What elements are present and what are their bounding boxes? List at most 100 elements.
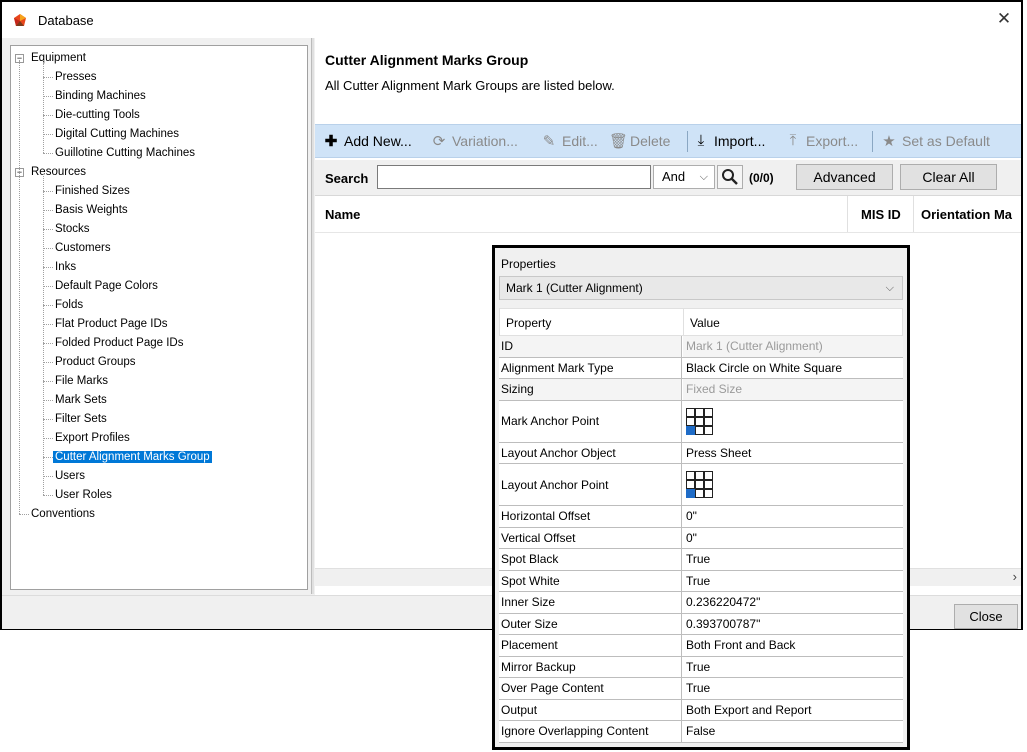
anchor-square-icon[interactable] (695, 407, 704, 417)
anchor-square-icon[interactable] (686, 416, 695, 426)
property-row-spot-white[interactable]: Spot White True (499, 570, 903, 592)
property-value[interactable]: True (683, 571, 903, 592)
tree-item-die-cutting-tools[interactable]: Die-cutting Tools (55, 107, 140, 125)
property-value[interactable]: True (683, 657, 903, 678)
tree-item-cutter-alignment-marks-group[interactable]: Cutter Alignment Marks Group (53, 449, 212, 467)
property-value[interactable]: Press Sheet (683, 443, 903, 464)
anchor-selected-square-icon[interactable] (686, 489, 695, 498)
anchor-square-icon[interactable] (686, 471, 695, 480)
operator-select[interactable]: And ⌵ (653, 165, 715, 189)
anchor-square-icon[interactable] (704, 416, 713, 426)
tree-item-export-profiles[interactable]: Export Profiles (55, 430, 130, 448)
set-as-default-button[interactable]: ★ Set as Default (881, 132, 990, 150)
property-row-vertical-offset[interactable]: Vertical Offset 0" (499, 527, 903, 549)
anchor-point-picker[interactable] (686, 407, 713, 435)
tree-item-filter-sets[interactable]: Filter Sets (55, 411, 107, 429)
anchor-square-icon[interactable] (695, 471, 704, 480)
tree-item-finished-sizes[interactable]: Finished Sizes (55, 183, 130, 201)
property-row-layout-anchor-object[interactable]: Layout Anchor Object Press Sheet (499, 442, 903, 464)
anchor-selected-square-icon[interactable] (686, 425, 695, 435)
tree-item-inks[interactable]: Inks (55, 259, 76, 277)
export-button[interactable]: ⤒ Export... (785, 132, 858, 149)
property-row-ignore-overlapping-content[interactable]: Ignore Overlapping Content False (499, 721, 903, 743)
tree-item-flat-product-page-ids[interactable]: Flat Product Page IDs (55, 316, 168, 334)
edit-button[interactable]: ✎ Edit... (541, 132, 598, 150)
tree-item-equipment[interactable]: Equipment (31, 50, 86, 68)
tree-item-presses[interactable]: Presses (55, 69, 97, 87)
property-row-mark-anchor-point[interactable]: Mark Anchor Point (499, 400, 903, 443)
tree-item-mark-sets[interactable]: Mark Sets (55, 392, 107, 410)
property-row-outer-size[interactable]: Outer Size 0.393700787" (499, 613, 903, 635)
anchor-square-icon[interactable] (686, 407, 695, 417)
property-key: Placement (499, 635, 682, 656)
tree-item-product-groups[interactable]: Product Groups (55, 354, 136, 372)
column-orientation[interactable]: Orientation Ma (921, 207, 1012, 222)
tree-item-customers[interactable]: Customers (55, 240, 111, 258)
anchor-square-icon[interactable] (704, 407, 713, 417)
tree-item-resources[interactable]: Resources (31, 164, 86, 182)
property-value[interactable]: 0" (683, 528, 903, 549)
property-value[interactable] (683, 401, 903, 442)
tree-item-users[interactable]: Users (55, 468, 85, 486)
anchor-square-icon[interactable] (704, 425, 713, 435)
property-row-over-page-content[interactable]: Over Page Content True (499, 678, 903, 700)
property-row-spot-black[interactable]: Spot Black True (499, 549, 903, 571)
anchor-square-icon[interactable] (695, 425, 704, 435)
property-value[interactable]: 0" (683, 506, 903, 527)
property-row-sizing[interactable]: Sizing Fixed Size (499, 379, 903, 401)
splitter[interactable] (311, 38, 314, 594)
anchor-square-icon[interactable] (695, 489, 704, 498)
search-button[interactable] (717, 165, 743, 189)
category-tree[interactable]: − Equipment Presses Binding Machines Die-cut… (10, 45, 308, 590)
search-input[interactable] (377, 165, 651, 189)
property-value[interactable]: True (683, 549, 903, 570)
mark-select[interactable]: Mark 1 (Cutter Alignment) ⌵ (499, 276, 903, 300)
property-value[interactable]: 0.393700787" (683, 614, 903, 635)
tree-item-user-roles[interactable]: User Roles (55, 487, 112, 505)
property-row-output[interactable]: Output Both Export and Report (499, 699, 903, 721)
delete-button[interactable]: 🗑 Delete (609, 132, 670, 150)
tree-item-basis-weights[interactable]: Basis Weights (55, 202, 128, 220)
anchor-square-icon[interactable] (695, 416, 704, 426)
variation-button[interactable]: ⟳ Variation... (431, 132, 518, 150)
property-key-text: Mirror Backup (501, 659, 576, 674)
tree-item-folds[interactable]: Folds (55, 297, 83, 315)
property-value[interactable]: Both Front and Back (683, 635, 903, 656)
window-close-icon[interactable]: ✕ (995, 9, 1013, 29)
column-name[interactable]: Name (325, 207, 360, 222)
property-row-id[interactable]: ID Mark 1 (Cutter Alignment) (499, 336, 903, 358)
anchor-point-picker[interactable] (686, 471, 713, 498)
anchor-square-icon[interactable] (686, 480, 695, 489)
tree-item-digital-cutting-machines[interactable]: Digital Cutting Machines (55, 126, 179, 144)
property-row-inner-size[interactable]: Inner Size 0.236220472" (499, 592, 903, 614)
tree-item-stocks[interactable]: Stocks (55, 221, 90, 239)
property-value[interactable]: False (683, 721, 903, 742)
anchor-square-icon[interactable] (704, 480, 713, 489)
close-button[interactable]: Close (954, 604, 1018, 629)
add-new-button[interactable]: ✚ Add New... (323, 132, 412, 150)
import-button[interactable]: ⤓ Import... (693, 132, 766, 149)
property-value[interactable]: True (683, 678, 903, 699)
property-row-layout-anchor-point[interactable]: Layout Anchor Point (499, 464, 903, 506)
tree-item-binding-machines[interactable]: Binding Machines (55, 88, 146, 106)
tree-item-folded-product-page-ids[interactable]: Folded Product Page IDs (55, 335, 184, 353)
chevron-right-icon[interactable]: › (1013, 569, 1017, 584)
property-row-mirror-backup[interactable]: Mirror Backup True (499, 656, 903, 678)
tree-item-conventions[interactable]: Conventions (31, 506, 95, 524)
property-value[interactable]: Both Export and Report (683, 700, 903, 721)
column-mis-id[interactable]: MIS ID (861, 207, 901, 222)
property-row-alignment-mark-type[interactable]: Alignment Mark Type Black Circle on White… (499, 357, 903, 379)
anchor-square-icon[interactable] (704, 471, 713, 480)
property-value[interactable]: Black Circle on White Square (683, 358, 903, 379)
property-value[interactable]: 0.236220472" (683, 592, 903, 613)
anchor-square-icon[interactable] (704, 489, 713, 498)
anchor-square-icon[interactable] (695, 480, 704, 489)
tree-item-file-marks[interactable]: File Marks (55, 373, 108, 391)
property-row-horizontal-offset[interactable]: Horizontal Offset 0" (499, 506, 903, 528)
property-value[interactable] (683, 464, 903, 505)
property-row-placement[interactable]: Placement Both Front and Back (499, 635, 903, 657)
clear-all-button[interactable]: Clear All (900, 164, 997, 190)
advanced-button[interactable]: Advanced (796, 164, 893, 190)
tree-item-default-page-colors[interactable]: Default Page Colors (55, 278, 158, 296)
tree-item-guillotine-cutting-machines[interactable]: Guillotine Cutting Machines (55, 145, 195, 163)
